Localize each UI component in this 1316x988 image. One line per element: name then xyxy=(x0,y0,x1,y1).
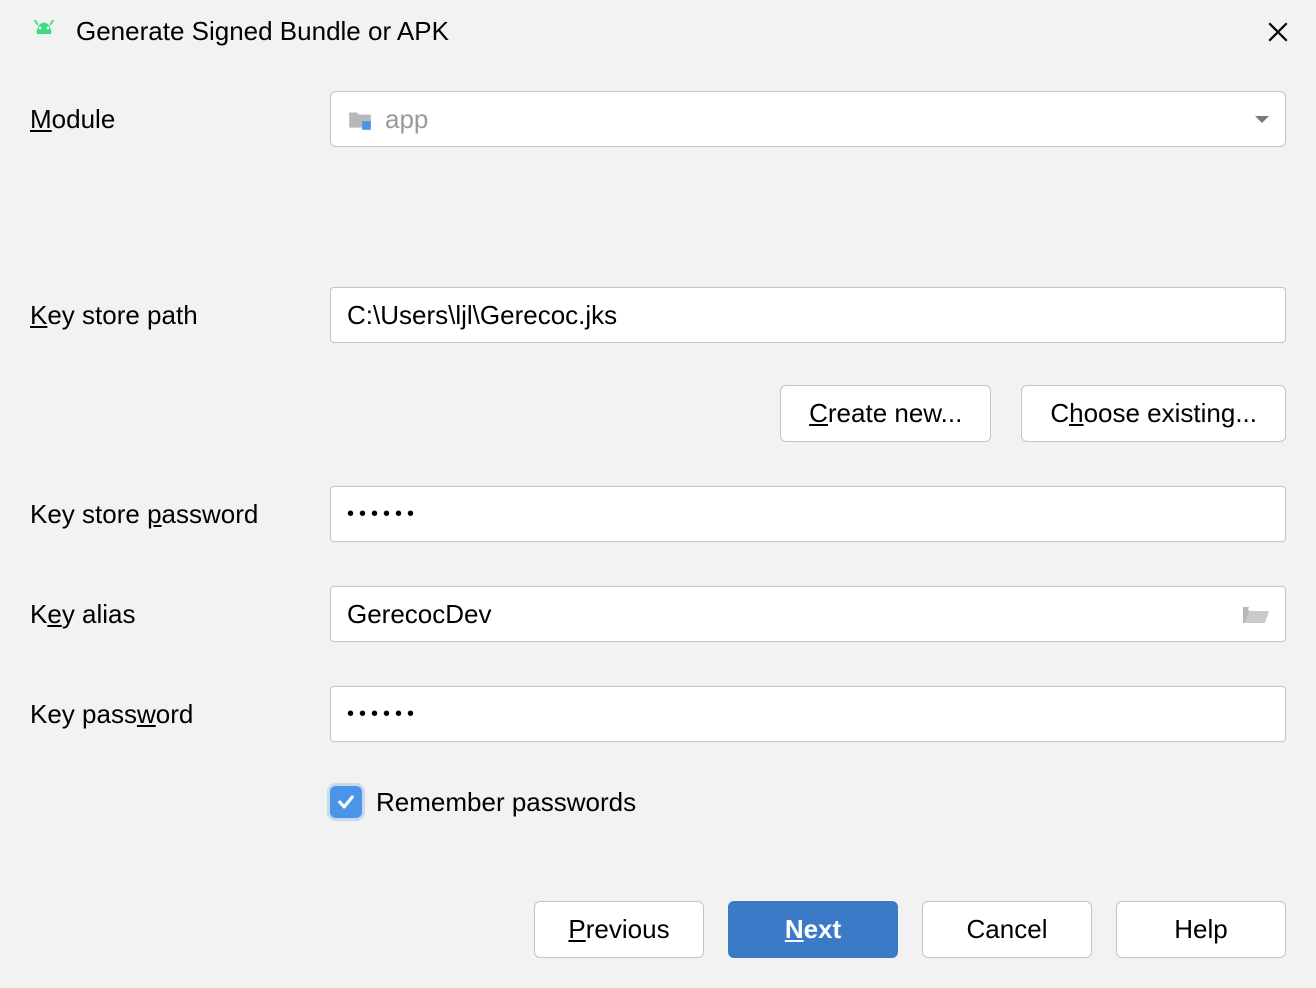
footer-buttons: Previous Next Cancel Help xyxy=(0,901,1316,988)
close-button[interactable] xyxy=(1264,18,1292,46)
android-icon xyxy=(28,18,60,46)
keystore-path-label: Key store path xyxy=(30,300,330,331)
keystore-password-label: Key store password xyxy=(30,499,330,530)
cancel-button[interactable]: Cancel xyxy=(922,901,1092,958)
dialog-container: Generate Signed Bundle or APK Module xyxy=(0,0,1316,988)
keystore-path-row: Key store path xyxy=(30,287,1286,343)
module-row: Module app xyxy=(30,91,1286,147)
help-button[interactable]: Help xyxy=(1116,901,1286,958)
remember-passwords-checkbox[interactable] xyxy=(330,786,362,818)
module-label: Module xyxy=(30,104,330,135)
key-password-row: Key password xyxy=(30,686,1286,742)
key-password-label: Key password xyxy=(30,699,330,730)
key-password-input[interactable] xyxy=(330,686,1286,742)
chevron-down-icon xyxy=(1255,116,1269,123)
key-alias-input[interactable] xyxy=(347,587,1241,641)
folder-open-icon[interactable] xyxy=(1241,603,1269,625)
key-alias-row: Key alias xyxy=(30,586,1286,642)
key-alias-input-wrapper xyxy=(330,586,1286,642)
choose-existing-button[interactable]: Choose existing... xyxy=(1021,385,1286,442)
create-new-button[interactable]: Create new... xyxy=(780,385,991,442)
next-button[interactable]: Next xyxy=(728,901,898,958)
remember-passwords-row: Remember passwords xyxy=(330,786,1286,818)
previous-button[interactable]: Previous xyxy=(534,901,704,958)
remember-passwords-label[interactable]: Remember passwords xyxy=(376,787,636,818)
titlebar: Generate Signed Bundle or APK xyxy=(0,0,1316,67)
dialog-title: Generate Signed Bundle or APK xyxy=(76,16,1248,47)
keystore-password-row: Key store password xyxy=(30,486,1286,542)
module-icon xyxy=(347,106,373,132)
keystore-password-input[interactable] xyxy=(330,486,1286,542)
key-alias-label: Key alias xyxy=(30,599,330,630)
keystore-buttons: Create new... Choose existing... xyxy=(30,385,1286,442)
module-value: app xyxy=(385,104,1255,135)
module-select[interactable]: app xyxy=(330,91,1286,147)
content-area: Module app Key store path xyxy=(0,67,1316,901)
keystore-path-input[interactable] xyxy=(330,287,1286,343)
